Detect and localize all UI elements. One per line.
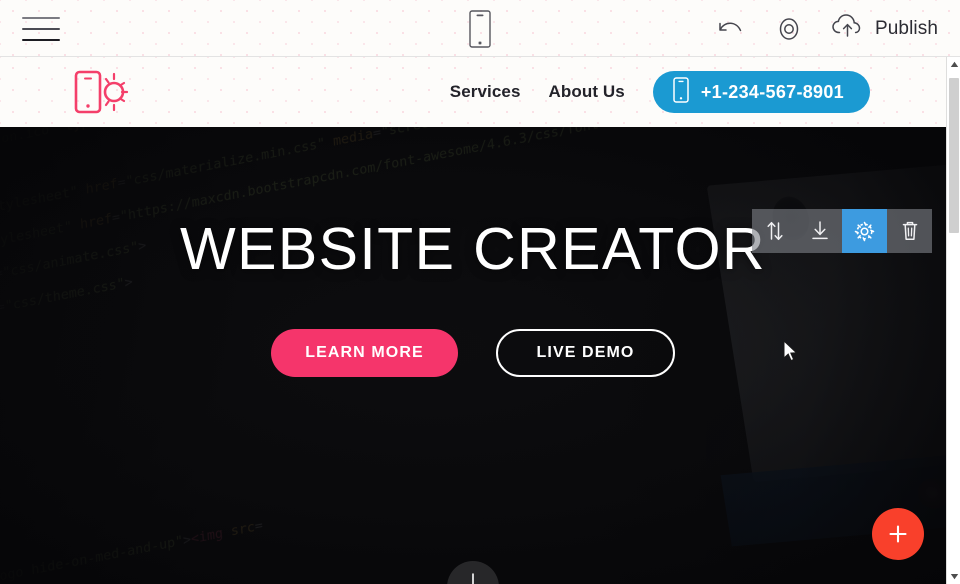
hero-button-group: LEARN MORE LIVE DEMO bbox=[271, 329, 675, 377]
phone-sun-logo-glyph bbox=[74, 70, 129, 114]
site-navbar: Services About Us +1-234-567-8901 bbox=[0, 57, 946, 127]
site-preview-canvas: Services About Us +1-234-567-8901 14 <m bbox=[0, 57, 946, 584]
hamburger-line bbox=[22, 17, 60, 19]
download-block-button[interactable] bbox=[797, 209, 842, 253]
block-hover-toolbar bbox=[752, 209, 932, 253]
scrollbar-track[interactable] bbox=[947, 72, 960, 569]
live-demo-button[interactable]: LIVE DEMO bbox=[496, 329, 675, 377]
hero-title: WEBSITE CREATOR bbox=[180, 216, 766, 282]
phone-sun-brand-logo[interactable] bbox=[72, 67, 134, 117]
undo-arrow-glyph bbox=[719, 21, 742, 31]
hero-block[interactable]: 14 <meta name="viewport" content="width=… bbox=[0, 127, 946, 584]
publish-button[interactable]: Publish bbox=[830, 12, 942, 45]
site-nav-right: Services About Us +1-234-567-8901 bbox=[450, 71, 870, 113]
website-builder-app: Publish Services About Us +1-234-567-890… bbox=[0, 0, 960, 584]
editor-top-bar: Publish bbox=[0, 0, 960, 57]
hamburger-line bbox=[22, 39, 60, 41]
hamburger-menu-icon[interactable] bbox=[22, 15, 60, 43]
publish-label: Publish bbox=[874, 17, 938, 39]
mobile-device-icon[interactable] bbox=[467, 9, 493, 49]
hamburger-line bbox=[22, 28, 60, 30]
gear-icon bbox=[854, 221, 875, 241]
phone-number-label: +1-234-567-8901 bbox=[700, 81, 844, 102]
move-block-button[interactable] bbox=[752, 209, 797, 253]
scroll-up-arrow-icon[interactable] bbox=[947, 57, 960, 72]
plus-icon bbox=[889, 525, 907, 543]
phone-icon bbox=[673, 76, 689, 108]
undo-arrow-icon[interactable] bbox=[714, 12, 748, 46]
vertical-scrollbar[interactable] bbox=[946, 57, 960, 584]
eye-preview-icon[interactable] bbox=[772, 12, 806, 46]
eye-preview-glyph bbox=[779, 17, 799, 40]
phone-icon-glyph bbox=[673, 76, 689, 103]
block-settings-button[interactable] bbox=[842, 209, 887, 253]
add-block-fab-button[interactable] bbox=[872, 508, 924, 560]
download-icon bbox=[811, 221, 828, 240]
delete-block-button[interactable] bbox=[887, 209, 932, 253]
cloud-upload-glyph bbox=[832, 14, 861, 37]
nav-link-services[interactable]: Services bbox=[450, 82, 521, 102]
trash-icon bbox=[902, 221, 917, 240]
mobile-device-glyph bbox=[469, 10, 491, 48]
editor-actions: Publish bbox=[714, 0, 942, 57]
move-updown-arrows-icon bbox=[766, 221, 783, 241]
scroll-down-arrow-glyph bbox=[950, 574, 958, 580]
phone-cta-button[interactable]: +1-234-567-8901 bbox=[652, 71, 870, 113]
learn-more-button[interactable]: LEARN MORE bbox=[271, 329, 458, 377]
scroll-down-arrow-glyph bbox=[472, 573, 474, 584]
scrollbar-thumb[interactable] bbox=[949, 78, 959, 233]
scroll-down-arrow-icon[interactable] bbox=[947, 569, 960, 584]
scroll-up-arrow-glyph bbox=[950, 61, 958, 67]
cloud-upload-icon bbox=[830, 12, 866, 45]
hero-content: WEBSITE CREATOR LEARN MORE LIVE DEMO bbox=[0, 127, 946, 584]
nav-link-about-us[interactable]: About Us bbox=[549, 82, 625, 102]
